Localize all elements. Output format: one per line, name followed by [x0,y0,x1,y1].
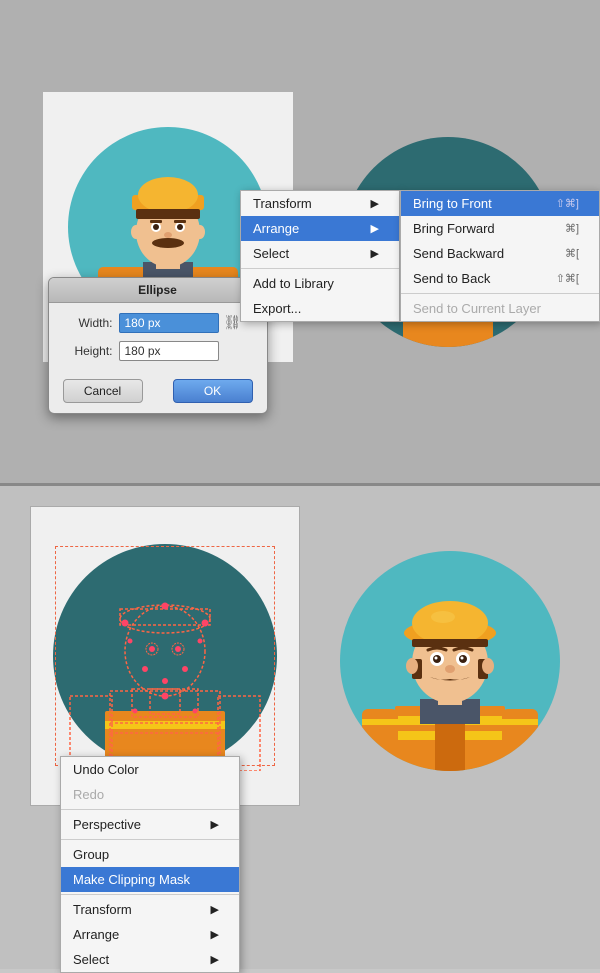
bottom-menu-select[interactable]: Select ▶ [61,947,239,972]
width-input[interactable] [119,313,219,333]
bottom-menu-clipping-mask[interactable]: Make Clipping Mask [61,867,239,892]
bottom-left-canvas: Undo Color Redo Perspective ▶ Group Make… [30,506,310,816]
bottom-menu-sep3 [61,894,239,895]
bottom-menu-transform[interactable]: Transform ▶ [61,897,239,922]
arrow-icon: ▶ [371,197,379,210]
bottom-menu-group[interactable]: Group [61,842,239,867]
wireframe-container [50,541,280,771]
cancel-button[interactable]: Cancel [63,379,143,403]
menu-item-select[interactable]: Select ▶ [241,241,399,266]
shortcut-send-back: ⇧⌘[ [556,272,579,285]
bottom-menu-arrange[interactable]: Arrange ▶ [61,922,239,947]
arrow-icon: ▶ [371,222,379,235]
ok-button[interactable]: OK [173,379,253,403]
bottom-menu-perspective[interactable]: Perspective ▶ [61,812,239,837]
arrow-icon: ▶ [211,818,219,831]
complete-worker-svg [340,551,560,771]
arrange-submenu: Bring to Front ⇧⌘] Bring Forward ⌘] Send… [400,190,600,322]
menu-item-add-library[interactable]: Add to Library [241,271,399,296]
context-menu-bottom: Undo Color Redo Perspective ▶ Group Make… [60,756,240,973]
menu-item-transform[interactable]: Transform ▶ [241,191,399,216]
shortcut-send-backward: ⌘[ [565,247,579,260]
submenu-send-backward[interactable]: Send Backward ⌘[ [401,241,599,266]
bottom-menu-undo[interactable]: Undo Color [61,757,239,782]
shortcut-bring-forward: ⌘] [565,222,579,235]
link-icon: ⛓ [224,314,242,331]
menu-item-export[interactable]: Export... [241,296,399,321]
dialog-body: Width: ⛓ Height: [49,303,267,379]
bottom-menu-sep2 [61,839,239,840]
submenu-bring-front[interactable]: Bring to Front ⇧⌘] [401,191,599,216]
main-context-menu: Transform ▶ Arrange ▶ Select ▶ Add to Li… [240,190,400,322]
top-section: Ellipse Width: ⛓ Height: Cancel OK [0,0,600,483]
arrow-icon: ▶ [211,928,219,941]
height-label: Height: [63,344,113,358]
dialog-title: Ellipse [49,278,267,303]
dialog-buttons: Cancel OK [49,379,267,413]
bottom-section: Undo Color Redo Perspective ▶ Group Make… [0,486,600,969]
complete-character-circle [340,551,560,771]
shortcut-bring-front: ⇧⌘] [556,197,579,210]
bottom-menu-redo: Redo [61,782,239,807]
bottom-right-canvas [330,506,570,816]
arrow-icon: ▶ [211,903,219,916]
wireframe-svg [50,541,280,771]
submenu-send-back[interactable]: Send to Back ⇧⌘[ [401,266,599,291]
menu-item-arrange[interactable]: Arrange ▶ [241,216,399,241]
submenu-send-current-layer: Send to Current Layer [401,296,599,321]
ellipse-dialog: Ellipse Width: ⛓ Height: Cancel OK [48,277,268,414]
width-label: Width: [63,316,113,330]
context-menu-top: Transform ▶ Arrange ▶ Select ▶ Add to Li… [240,190,600,322]
bottom-menu-sep1 [61,809,239,810]
height-row: Height: [63,341,253,361]
arrow-icon: ▶ [371,247,379,260]
submenu-bring-forward[interactable]: Bring Forward ⌘] [401,216,599,241]
width-row: Width: ⛓ [63,313,253,333]
arrow-icon: ▶ [211,953,219,966]
height-input[interactable] [119,341,219,361]
submenu-separator [401,293,599,294]
menu-separator [241,268,399,269]
